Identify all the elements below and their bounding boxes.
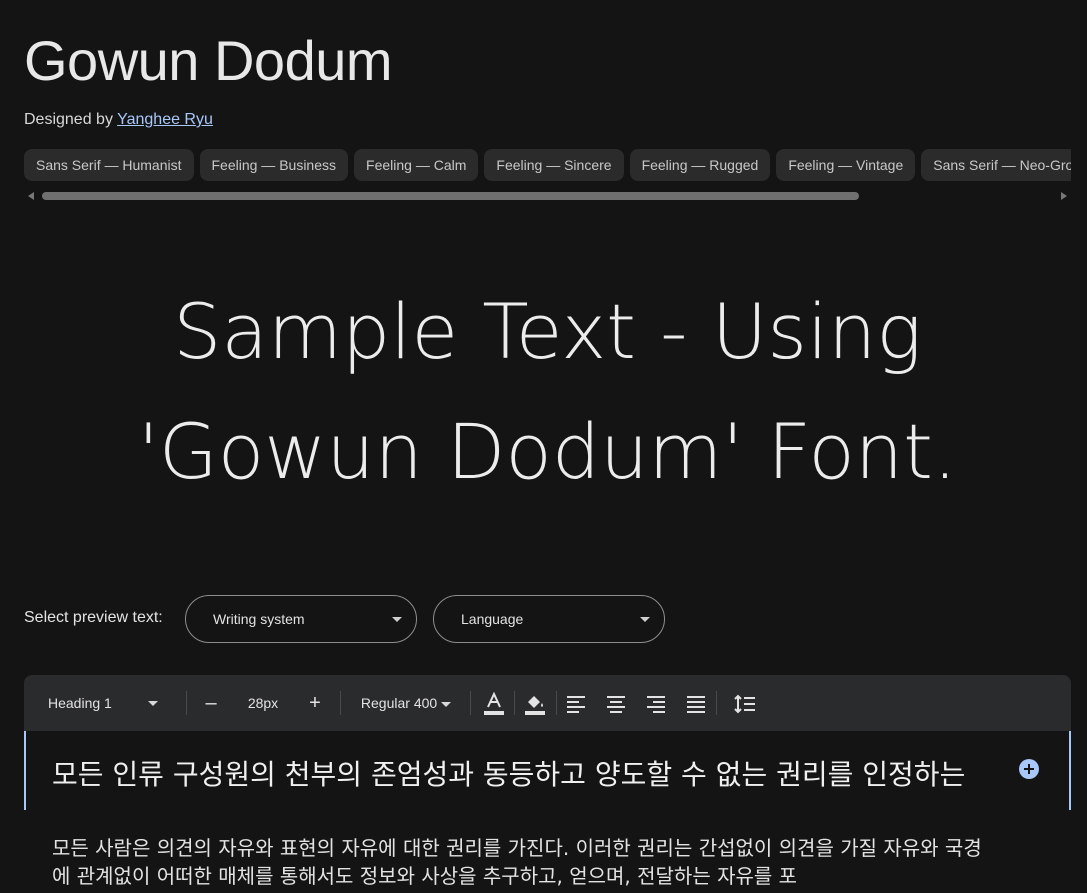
tag-chip[interactable]: Sans Serif — Neo-Grotesque: [921, 149, 1071, 181]
tag-chip[interactable]: Feeling — Business: [199, 149, 349, 181]
toolbar-divider: [340, 691, 341, 715]
tag-chip[interactable]: Feeling — Rugged: [629, 149, 771, 181]
toolbar-divider: [514, 691, 515, 715]
heading-text[interactable]: 모든 인류 구성원의 천부의 존엄성과 동등하고 양도할 수 없는 권리를 인정…: [52, 753, 965, 793]
align-left-icon[interactable]: [562, 675, 590, 731]
toolbar-divider: [470, 691, 471, 715]
preview-text-label: Select preview text:: [24, 609, 163, 626]
text-color-icon[interactable]: [480, 675, 508, 731]
font-weight-dropdown[interactable]: Regular 400: [348, 675, 464, 731]
language-select[interactable]: Language: [433, 595, 665, 643]
toolbar-divider: [186, 691, 187, 715]
writing-system-select[interactable]: Writing system: [185, 595, 417, 643]
designer-line: Designed by Yanghee Ryu: [24, 111, 213, 129]
tag-chip[interactable]: Sans Serif — Humanist: [24, 149, 194, 181]
designed-by-label: Designed by: [24, 111, 113, 128]
editor-toolbar: Heading 1 – 28px + Regular 400: [24, 675, 1071, 731]
chevron-down-icon: [640, 617, 650, 622]
add-icon[interactable]: [1019, 759, 1039, 779]
chevron-down-icon: [392, 617, 402, 622]
paragraph-text[interactable]: 모든 사람은 의견의 자유와 표현의 자유에 대한 권리를 가진다. 이러한 권…: [52, 834, 982, 890]
align-right-icon[interactable]: [642, 675, 670, 731]
text-style-dropdown[interactable]: Heading 1: [36, 675, 172, 731]
language-value: Language: [461, 611, 524, 627]
font-title: Gowun Dodum: [24, 29, 393, 92]
scroll-left-icon[interactable]: [28, 192, 34, 200]
scrollbar-thumb[interactable]: [42, 192, 859, 200]
tags-scrollbar[interactable]: [24, 190, 1071, 202]
decrease-size-button[interactable]: –: [198, 675, 224, 731]
tag-chip[interactable]: Feeling — Vintage: [776, 149, 916, 181]
scroll-right-icon[interactable]: [1061, 192, 1067, 200]
writing-system-value: Writing system: [213, 611, 305, 627]
text-style-value: Heading 1: [48, 695, 112, 711]
line-height-icon[interactable]: [730, 675, 760, 731]
heading-editor[interactable]: 모든 인류 구성원의 천부의 존엄성과 동등하고 양도할 수 없는 권리를 인정…: [24, 731, 1071, 810]
tag-chip[interactable]: Feeling — Sincere: [484, 149, 624, 181]
tag-chip[interactable]: Feeling — Calm: [354, 149, 479, 181]
toolbar-divider: [556, 691, 557, 715]
highlight-icon[interactable]: [520, 675, 550, 731]
align-center-icon[interactable]: [602, 675, 630, 731]
chevron-down-icon: [148, 701, 158, 706]
tag-list: Sans Serif — Humanist Feeling — Business F…: [24, 149, 1071, 181]
increase-size-button[interactable]: +: [302, 675, 328, 731]
chevron-down-icon: [441, 701, 452, 707]
align-justify-icon[interactable]: [682, 675, 710, 731]
font-size-value[interactable]: 28px: [236, 675, 290, 731]
font-weight-value: Regular 400: [360, 695, 438, 711]
sample-text: Sample Text - Using 'Gowun Dodum' Font.: [137, 287, 958, 496]
toolbar-divider: [716, 691, 717, 715]
designer-link[interactable]: Yanghee Ryu: [117, 111, 213, 128]
